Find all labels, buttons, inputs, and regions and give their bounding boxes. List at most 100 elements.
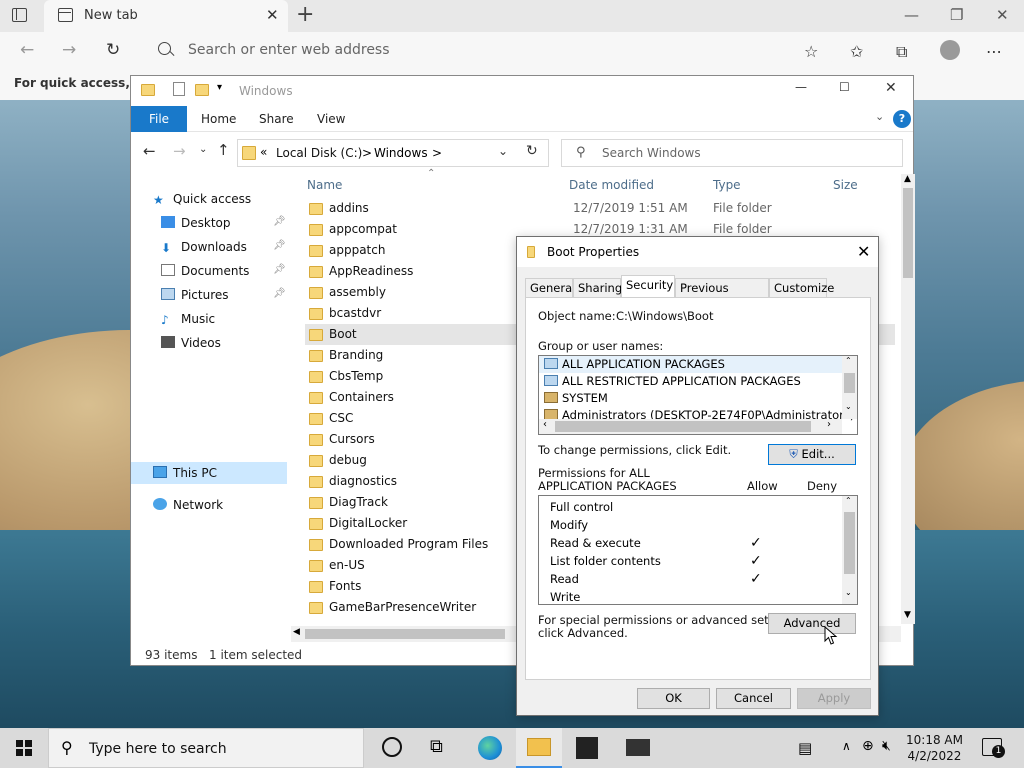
properties-icon[interactable]: [173, 82, 185, 96]
ribbon-tab-view[interactable]: View: [317, 112, 345, 126]
store-icon[interactable]: [576, 737, 598, 759]
group-names-list[interactable]: ALL APPLICATION PACKAGES ALL RESTRICTED …: [538, 355, 858, 435]
group-list-vertical-scrollbar[interactable]: ⌃ ⌄: [842, 356, 857, 419]
edge-icon[interactable]: [478, 736, 502, 760]
tab-customize[interactable]: Customize: [769, 278, 834, 297]
file-explorer-icon[interactable]: [527, 738, 551, 756]
address-dropdown-icon[interactable]: ⌄: [498, 144, 508, 158]
breadcrumb-local-disk[interactable]: Local Disk (C:): [276, 146, 362, 160]
scroll-down-icon[interactable]: ⌄: [845, 402, 852, 411]
profile-avatar-icon[interactable]: [940, 40, 960, 60]
pin-icon[interactable]: 📌︎: [273, 264, 286, 275]
advanced-button[interactable]: Advanced: [768, 613, 856, 634]
edit-button[interactable]: ⛨ Edit...: [768, 444, 856, 465]
dialog-close-button[interactable]: ✕: [857, 242, 870, 261]
restore-button[interactable]: ❐: [950, 6, 963, 24]
tab-security[interactable]: Security: [621, 275, 675, 297]
column-header-size[interactable]: Size: [833, 178, 858, 192]
minimize-button[interactable]: —: [904, 6, 919, 24]
nav-item-quick-access[interactable]: ★ Quick access: [153, 188, 251, 210]
tab-sharing[interactable]: Sharing: [573, 278, 622, 297]
collections-icon[interactable]: ⧉: [896, 42, 907, 62]
pin-icon[interactable]: 📌︎: [273, 288, 286, 299]
explorer-close-button[interactable]: ✕: [885, 80, 897, 96]
scroll-down-icon[interactable]: ▼: [904, 610, 911, 620]
notification-icon[interactable]: 1: [982, 738, 1005, 758]
add-favorite-icon[interactable]: ☆: [804, 42, 818, 61]
browser-tab[interactable]: New tab ✕: [44, 0, 288, 32]
ribbon-tab-home[interactable]: Home: [201, 112, 236, 126]
group-item[interactable]: ALL RESTRICTED APPLICATION PACKAGES: [544, 373, 801, 390]
back-icon[interactable]: ←: [20, 40, 34, 60]
refresh-icon[interactable]: ↻: [106, 40, 120, 60]
new-tab-button[interactable]: +: [296, 2, 314, 27]
nav-item-network[interactable]: Network: [153, 494, 223, 516]
scroll-up-icon[interactable]: ⌃: [845, 496, 852, 505]
nav-item-pictures[interactable]: Pictures: [161, 284, 229, 306]
address-bar[interactable]: Search or enter web address: [146, 36, 836, 66]
up-icon[interactable]: ↑: [217, 141, 230, 159]
group-item[interactable]: SYSTEM: [544, 390, 608, 407]
scroll-down-icon[interactable]: ⌄: [845, 588, 852, 597]
scroll-thumb[interactable]: [555, 421, 811, 432]
column-header-type[interactable]: Type: [713, 178, 741, 192]
scroll-right-icon[interactable]: ›: [827, 419, 831, 430]
windows-start-icon[interactable]: [16, 740, 32, 756]
mail-icon[interactable]: [626, 739, 650, 756]
scroll-thumb[interactable]: [903, 188, 913, 278]
scroll-up-icon[interactable]: ⌃: [845, 356, 852, 365]
task-view-icon[interactable]: ⧉: [430, 736, 454, 760]
apply-button[interactable]: Apply: [797, 688, 871, 709]
refresh-icon[interactable]: ↻: [526, 143, 538, 159]
close-button[interactable]: ✕: [996, 6, 1009, 24]
pin-icon[interactable]: 📌︎: [273, 216, 286, 227]
tab-general[interactable]: General: [525, 278, 575, 297]
file-list-vertical-scrollbar[interactable]: ▲ ▼: [901, 174, 915, 624]
breadcrumb-chevron[interactable]: >: [432, 146, 442, 160]
volume-muted-icon[interactable]: 🔇︎: [882, 738, 891, 754]
breadcrumb-overflow[interactable]: «: [260, 145, 267, 159]
permissions-scrollbar[interactable]: ⌃ ⌄: [842, 496, 857, 604]
nav-item-videos[interactable]: Videos: [161, 332, 221, 354]
scroll-thumb[interactable]: [844, 512, 855, 574]
ribbon-tab-file[interactable]: File: [131, 106, 187, 132]
tab-previous-versions[interactable]: Previous Versions: [675, 278, 769, 309]
more-icon[interactable]: ⋯: [986, 42, 1002, 61]
column-header-date[interactable]: Date modified: [569, 178, 654, 192]
cancel-button[interactable]: Cancel: [716, 688, 791, 709]
file-row[interactable]: addins 12/7/2019 1:51 AM File folder: [305, 198, 895, 219]
ok-button[interactable]: OK: [637, 688, 710, 709]
scroll-left-icon[interactable]: ‹: [543, 419, 547, 430]
scroll-thumb[interactable]: [305, 629, 505, 639]
nav-item-desktop[interactable]: Desktop: [161, 212, 231, 234]
column-header-name[interactable]: Name: [307, 178, 342, 192]
customize-toolbar-icon[interactable]: ▾: [217, 82, 222, 93]
explorer-minimize-button[interactable]: —: [795, 80, 807, 94]
expand-ribbon-icon[interactable]: ⌄: [875, 110, 884, 123]
permissions-list[interactable]: Full control Modify Read & execute ✓ List fo…: [538, 495, 858, 605]
nav-item-music[interactable]: ♪ Music: [161, 308, 215, 330]
explorer-search-input[interactable]: ⚲ Search Windows: [561, 139, 903, 167]
ribbon-tab-share[interactable]: Share: [259, 112, 294, 126]
forward-icon[interactable]: →: [62, 40, 76, 60]
pin-icon[interactable]: 📌︎: [273, 240, 286, 251]
explorer-maximize-button[interactable]: ☐: [839, 80, 850, 94]
nav-item-downloads[interactable]: ⬇ Downloads: [161, 236, 247, 258]
tab-close-icon[interactable]: ✕: [266, 6, 279, 24]
recent-locations-icon[interactable]: ⌄: [199, 144, 207, 155]
explorer-address-bar[interactable]: « Local Disk (C:) > Windows > ⌄ ↻: [237, 139, 549, 167]
scroll-thumb[interactable]: [844, 373, 855, 393]
new-folder-icon[interactable]: [195, 84, 209, 96]
scroll-left-icon[interactable]: ◀: [293, 627, 300, 637]
forward-icon[interactable]: →: [173, 142, 186, 160]
show-hidden-icons-icon[interactable]: ∧: [842, 739, 851, 753]
breadcrumb-windows[interactable]: Windows: [374, 146, 428, 160]
group-list-horizontal-scrollbar[interactable]: ‹ ›: [539, 419, 842, 434]
help-button[interactable]: ?: [893, 110, 911, 128]
news-widget-icon[interactable]: ▤: [798, 739, 812, 757]
breadcrumb-separator[interactable]: >: [362, 146, 372, 160]
system-clock[interactable]: 10:18 AM 4/2/2022: [906, 732, 963, 764]
nav-item-this-pc[interactable]: This PC: [153, 462, 217, 484]
taskbar-search-box[interactable]: ⚲ Type here to search: [48, 728, 364, 768]
tab-actions-icon[interactable]: [12, 8, 27, 22]
